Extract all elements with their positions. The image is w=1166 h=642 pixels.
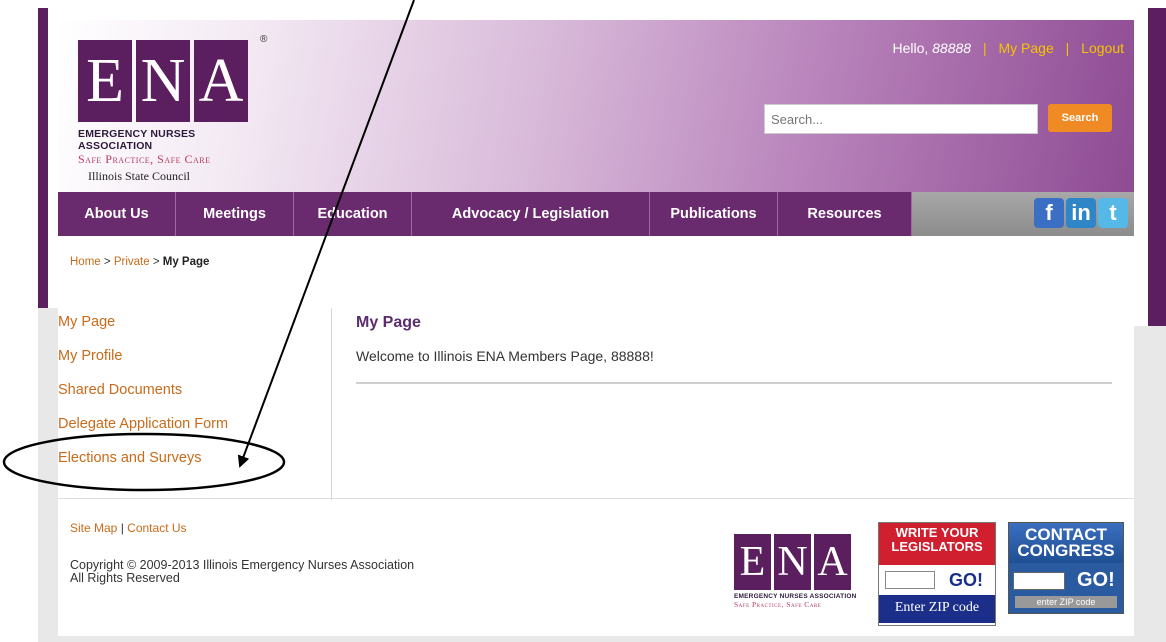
logo-org-name: EMERGENCY NURSES ASSOCIATION <box>78 128 196 152</box>
left-purple-border <box>38 8 48 308</box>
copyright-notice: Copyright © 2009-2013 Illinois Emergency… <box>70 559 414 585</box>
footer-logo-letter-n: N <box>774 534 811 590</box>
legislators-zip-label: Enter ZIP code <box>879 595 995 623</box>
username-text: 88888 <box>932 40 972 56</box>
contact-us-link[interactable]: Contact Us <box>127 521 186 535</box>
write-legislators-form: GO! <box>879 565 995 595</box>
footer-logo-letters: E N A <box>734 534 864 590</box>
footer-divider <box>58 498 1134 499</box>
contact-congress-title: CONTACT CONGRESS <box>1009 523 1123 563</box>
contact-congress-title-line2: CONGRESS <box>1017 541 1115 560</box>
logo-letter-e: E <box>78 40 132 122</box>
footer-logo-org: EMERGENCY NURSES ASSOCIATION <box>734 593 857 600</box>
site-map-link[interactable]: Site Map <box>70 521 117 535</box>
legislators-zip-input[interactable] <box>885 571 935 589</box>
bottom-gray-border <box>38 636 1166 642</box>
nav-item-resources[interactable]: Resources <box>778 192 912 236</box>
search-button[interactable]: Search <box>1048 104 1112 132</box>
twitter-icon[interactable]: t <box>1098 198 1128 228</box>
registered-mark-icon: ® <box>260 34 268 45</box>
userbar-separator: | <box>982 40 987 56</box>
footer-ena-logo[interactable]: E N A EMERGENCY NURSES ASSOCIATION Safe … <box>734 534 864 609</box>
breadcrumb-home[interactable]: Home <box>70 256 101 268</box>
logo-tagline: Safe Practice, Safe Care <box>78 152 211 166</box>
sidebar-item-shared-documents[interactable]: Shared Documents <box>58 376 331 410</box>
search-input[interactable] <box>764 104 1038 134</box>
write-legislators-title: WRITE YOUR LEGISLATORS <box>879 523 995 565</box>
contact-congress-form: GO! <box>1009 563 1123 594</box>
contact-congress-widget: CONTACT CONGRESS GO! enter ZIP code <box>1008 522 1124 614</box>
nav-item-advocacy[interactable]: Advocacy / Legislation <box>412 192 650 236</box>
footer-links: Site Map | Contact Us <box>70 521 187 535</box>
social-icons: f in t <box>1034 198 1128 228</box>
breadcrumb-private[interactable]: Private <box>114 256 150 268</box>
nav-item-about-us[interactable]: About Us <box>58 192 176 236</box>
nav-item-publications[interactable]: Publications <box>650 192 778 236</box>
sidebar-item-my-page[interactable]: My Page <box>58 308 331 342</box>
footer-logo-letter-e: E <box>734 534 771 590</box>
breadcrumb-current: My Page <box>162 256 210 268</box>
breadcrumb-separator: > <box>103 256 111 268</box>
page-container: E N A ® EMERGENCY NURSES ASSOCIATION Saf… <box>58 8 1134 636</box>
my-page-link[interactable]: My Page <box>999 40 1054 56</box>
sidebar-item-elections-surveys[interactable]: Elections and Surveys <box>58 444 331 478</box>
facebook-icon[interactable]: f <box>1034 198 1064 228</box>
logout-link[interactable]: Logout <box>1081 40 1124 56</box>
nav-social-area: f in t <box>912 192 1134 236</box>
logo-council: Illinois State Council <box>88 169 190 183</box>
write-legislators-title-line1: WRITE YOUR <box>895 525 979 540</box>
rights-text: All Rights Reserved <box>70 571 180 585</box>
greeting-text: Hello, <box>892 40 929 56</box>
userbar-separator: | <box>1065 40 1070 56</box>
left-gray-border <box>38 308 58 642</box>
footer-logo-letter-a: A <box>814 534 851 590</box>
main-nav: About Us Meetings Education Advocacy / L… <box>58 192 1134 236</box>
congress-go-button[interactable]: GO! <box>1077 569 1115 592</box>
logo-letter-a: A <box>194 40 248 122</box>
congress-zip-input[interactable] <box>1013 571 1065 590</box>
breadcrumb-separator: > <box>152 256 160 268</box>
main-content: My Page Welcome to Illinois ENA Members … <box>356 308 1112 384</box>
nav-item-meetings[interactable]: Meetings <box>176 192 294 236</box>
congress-zip-label: enter ZIP code <box>1015 596 1117 608</box>
ena-logo[interactable]: E N A ® EMERGENCY NURSES ASSOCIATION Saf… <box>78 34 268 184</box>
nav-item-education[interactable]: Education <box>294 192 412 236</box>
right-purple-border <box>1148 8 1166 326</box>
page-title: My Page <box>356 314 421 331</box>
footer-link-separator: | <box>120 521 124 535</box>
sidebar-menu: My Page My Profile Shared Documents Dele… <box>58 308 332 500</box>
logo-letter-n: N <box>136 40 190 122</box>
right-gray-border <box>1134 326 1166 642</box>
sidebar-item-delegate-application[interactable]: Delegate Application Form <box>58 410 331 444</box>
logo-letters: E N A <box>78 40 268 122</box>
linkedin-icon[interactable]: in <box>1066 198 1096 228</box>
footer-logo-tagline: Safe Practice, Safe Care <box>734 600 822 609</box>
content-divider <box>356 382 1112 384</box>
write-legislators-widget: WRITE YOUR LEGISLATORS GO! Enter ZIP cod… <box>878 522 996 626</box>
breadcrumb: Home > Private > My Page <box>70 256 209 268</box>
user-bar: Hello, 88888 | My Page | Logout <box>892 40 1124 56</box>
site-header: E N A ® EMERGENCY NURSES ASSOCIATION Saf… <box>58 20 1134 192</box>
welcome-text: Welcome to Illinois ENA Members Page, 88… <box>356 348 654 364</box>
write-legislators-title-line2: LEGISLATORS <box>891 539 983 554</box>
sidebar-item-my-profile[interactable]: My Profile <box>58 342 331 376</box>
legislators-go-button[interactable]: GO! <box>949 570 983 591</box>
